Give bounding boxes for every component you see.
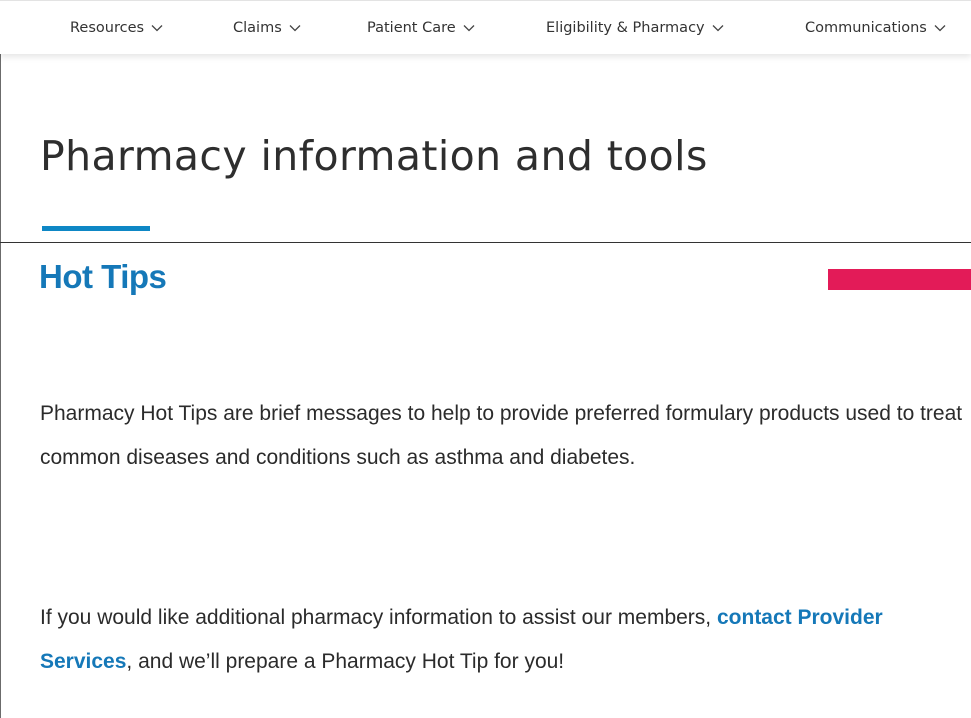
hot-tips-heading: Hot Tips xyxy=(39,258,167,295)
left-border xyxy=(0,0,1,718)
chevron-down-icon xyxy=(933,21,947,35)
title-underline xyxy=(42,226,150,231)
page: Resources Claims Patient Care Eligibilit… xyxy=(0,0,971,718)
contact-text-after: , and we’ll prepare a Pharmacy Hot Tip f… xyxy=(126,650,565,673)
page-title: Pharmacy information and tools xyxy=(40,132,708,180)
chevron-down-icon xyxy=(462,21,476,35)
nav-item-label: Claims xyxy=(233,20,282,36)
intro-paragraph: Pharmacy Hot Tips are brief messages to … xyxy=(40,402,963,469)
chevron-down-icon xyxy=(288,21,302,35)
nav-item-label: Patient Care xyxy=(367,20,456,36)
nav-item-patient-care[interactable]: Patient Care xyxy=(367,18,476,38)
nav-item-label: Communications xyxy=(805,20,927,36)
chevron-down-icon xyxy=(150,21,164,35)
contact-text-before: If you would like additional pharmacy in… xyxy=(40,606,717,629)
chevron-down-icon xyxy=(711,21,725,35)
accent-bar xyxy=(828,269,971,290)
nav-item-label: Eligibility & Pharmacy xyxy=(546,20,705,36)
nav-item-resources[interactable]: Resources xyxy=(70,18,164,38)
nav-item-label: Resources xyxy=(70,20,145,36)
nav-item-eligibility-pharmacy[interactable]: Eligibility & Pharmacy xyxy=(546,18,725,38)
nav-item-claims[interactable]: Claims xyxy=(233,18,302,38)
section-divider xyxy=(0,242,971,243)
contact-paragraph: If you would like additional pharmacy in… xyxy=(40,596,970,684)
top-navigation: Resources Claims Patient Care Eligibilit… xyxy=(0,0,971,54)
nav-item-communications[interactable]: Communications xyxy=(805,18,947,38)
